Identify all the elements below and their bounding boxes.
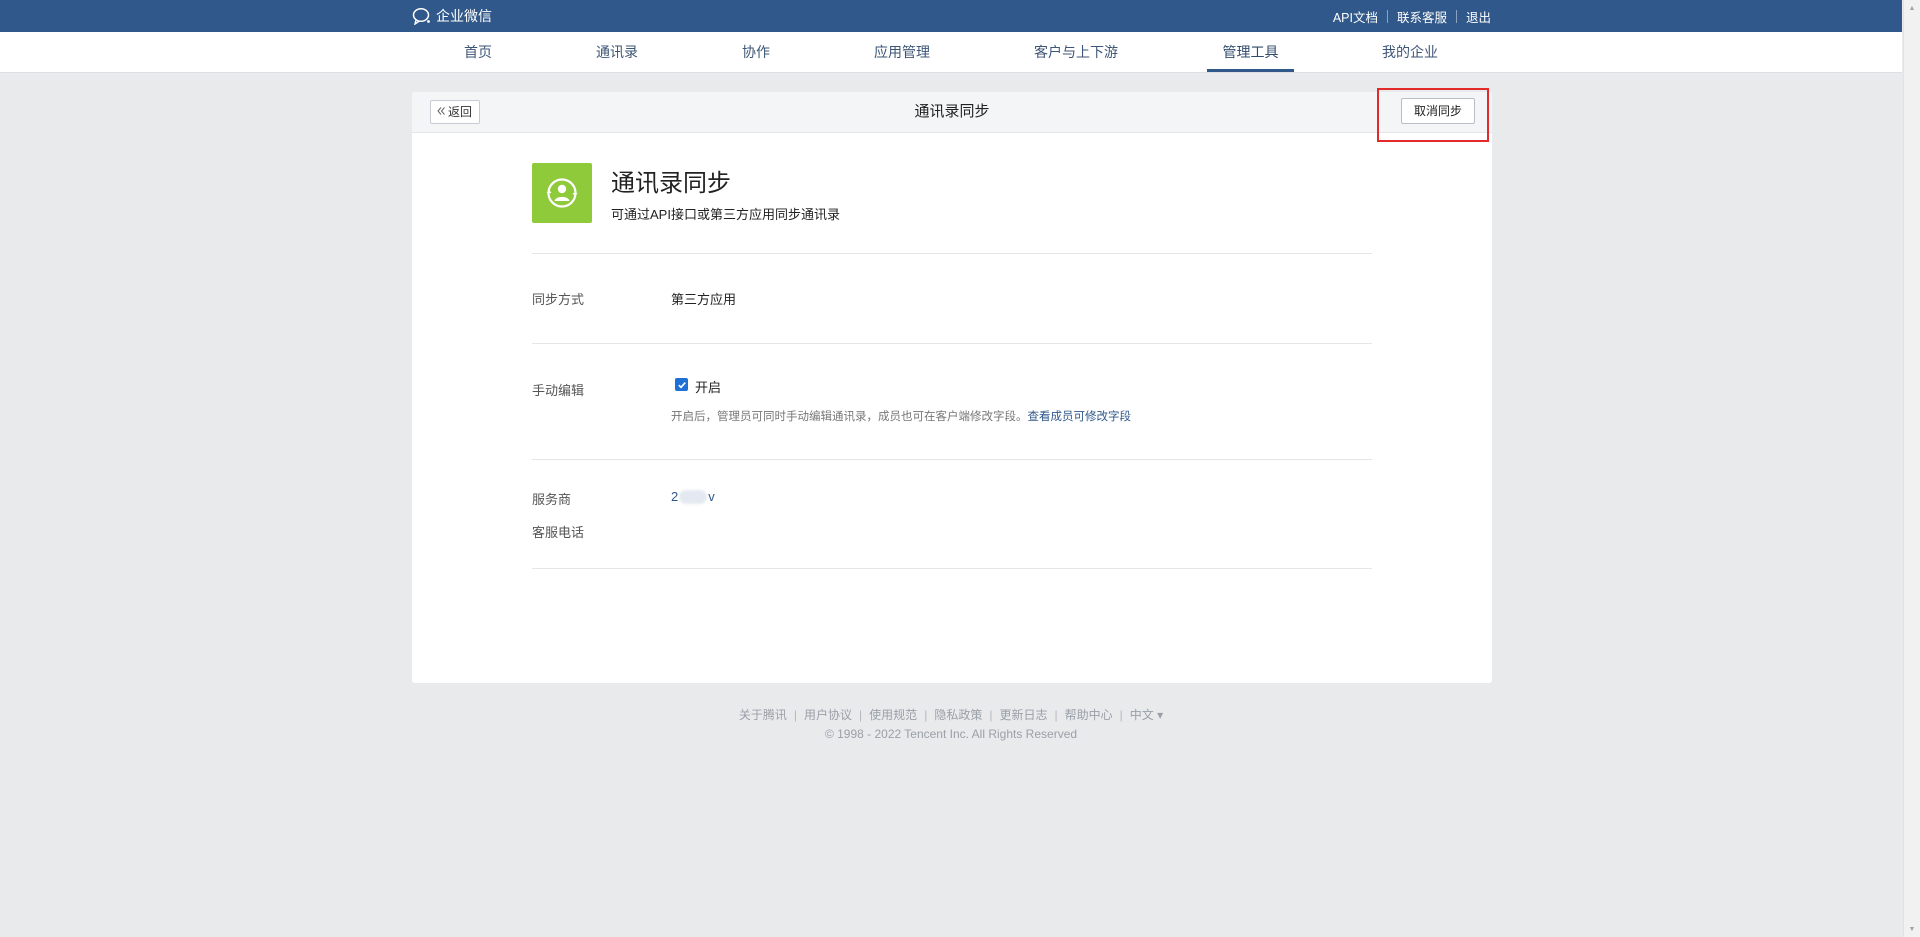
logout-link[interactable]: 退出 — [1466, 7, 1491, 26]
copyright: © 1998 - 2022 Tencent Inc. All Rights Re… — [824, 727, 1078, 741]
view-editable-fields-link[interactable]: 查看成员可修改字段 — [1028, 411, 1132, 423]
redacted-text — [679, 489, 708, 504]
footer-links: 关于腾讯 | 用户协议 | 使用规范 | 隐私政策 | 更新日志 | 帮助中心 | 中文 ▾ — [0, 706, 1902, 723]
footer-about-link[interactable]: 关于腾讯 — [739, 708, 787, 722]
manual-edit-checkbox[interactable] — [675, 378, 688, 391]
brand-name: 企业微信 — [436, 8, 492, 24]
divider — [532, 459, 1372, 460]
app-description: 可通过API接口或第三方应用同步通讯录 — [611, 207, 840, 222]
nav-my-company[interactable]: 我的企业 — [1380, 32, 1440, 72]
checkmark-icon — [677, 381, 686, 388]
separator: | — [989, 708, 993, 722]
provider-value-end: v — [708, 489, 715, 504]
cancel-sync-button[interactable]: 取消同步 — [1401, 98, 1475, 124]
divider — [532, 253, 1372, 254]
wecom-logo-icon — [412, 7, 432, 25]
sync-method-value: 第三方应用 — [671, 292, 737, 307]
provider-label: 服务商 — [532, 492, 572, 507]
double-chevron-left-icon — [436, 101, 446, 123]
contact-sync-icon — [532, 163, 592, 223]
divider — [532, 343, 1372, 344]
separator: | — [793, 708, 798, 722]
app-name: 通讯录同步 — [611, 170, 731, 197]
nav-management-tools[interactable]: 管理工具 — [1207, 32, 1294, 72]
scroll-down-arrow-icon[interactable]: ▼ — [1904, 921, 1920, 937]
support-phone-label: 客服电话 — [532, 525, 585, 540]
nav-collaboration[interactable]: 协作 — [738, 32, 774, 72]
nav-home[interactable]: 首页 — [456, 32, 500, 72]
manual-edit-hint: 开启后，管理员可同时手动编辑通讯录，成员也可在客户端修改字段。查看成员可修改字段 — [671, 408, 1131, 424]
separator: | — [924, 708, 928, 722]
footer-help-link[interactable]: 帮助中心 — [1065, 708, 1113, 722]
api-docs-link[interactable]: API文档 — [1333, 7, 1378, 26]
manual-edit-label: 手动编辑 — [532, 383, 585, 398]
top-bar: 企业微信 API文档 联系客服 退出 — [0, 0, 1902, 32]
nav-contacts[interactable]: 通讯录 — [592, 32, 642, 72]
page-title: 通讯录同步 — [914, 103, 990, 120]
footer-privacy-link[interactable]: 隐私政策 — [934, 708, 982, 722]
page-scrollbar[interactable]: ▲ ▼ — [1903, 0, 1920, 937]
footer-user-agreement-link[interactable]: 用户协议 — [804, 708, 852, 722]
main-card: 返回 通讯录同步 取消同步 通讯录同步 可通过API接口或第三方应用同步通讯录 … — [412, 92, 1492, 683]
separator: | — [1119, 708, 1123, 722]
separator — [1455, 9, 1457, 23]
hint-text: 开启后，管理员可同时手动编辑通讯录，成员也可在客户端修改字段。 — [671, 411, 1028, 423]
footer-usage-rules-link[interactable]: 使用规范 — [869, 708, 917, 722]
nav-app-management[interactable]: 应用管理 — [872, 32, 932, 72]
main-nav: 首页 通讯录 协作 应用管理 客户与上下游 管理工具 我的企业 — [0, 32, 1902, 73]
nav-customers-partners[interactable]: 客户与上下游 — [1032, 32, 1120, 72]
card-header: 返回 通讯录同步 取消同步 — [412, 92, 1492, 133]
separator: | — [1054, 708, 1058, 722]
brand[interactable]: 企业微信 — [412, 0, 492, 32]
manual-edit-enable-label[interactable]: 开启 — [695, 377, 721, 396]
footer-changelog-link[interactable]: 更新日志 — [999, 708, 1047, 722]
back-button[interactable]: 返回 — [430, 100, 481, 124]
separator — [1386, 9, 1388, 23]
provider-value[interactable]: 2 v — [671, 489, 715, 504]
sync-method-label: 同步方式 — [532, 292, 585, 307]
language-select[interactable]: 中文 ▾ — [1130, 708, 1163, 722]
separator: | — [859, 708, 863, 722]
divider — [532, 568, 1372, 569]
provider-value-start: 2 — [671, 489, 679, 504]
back-label: 返回 — [448, 105, 473, 119]
top-links: API文档 联系客服 退出 — [1333, 0, 1491, 32]
scroll-up-arrow-icon[interactable]: ▲ — [1904, 0, 1920, 16]
contact-support-link[interactable]: 联系客服 — [1397, 7, 1447, 26]
